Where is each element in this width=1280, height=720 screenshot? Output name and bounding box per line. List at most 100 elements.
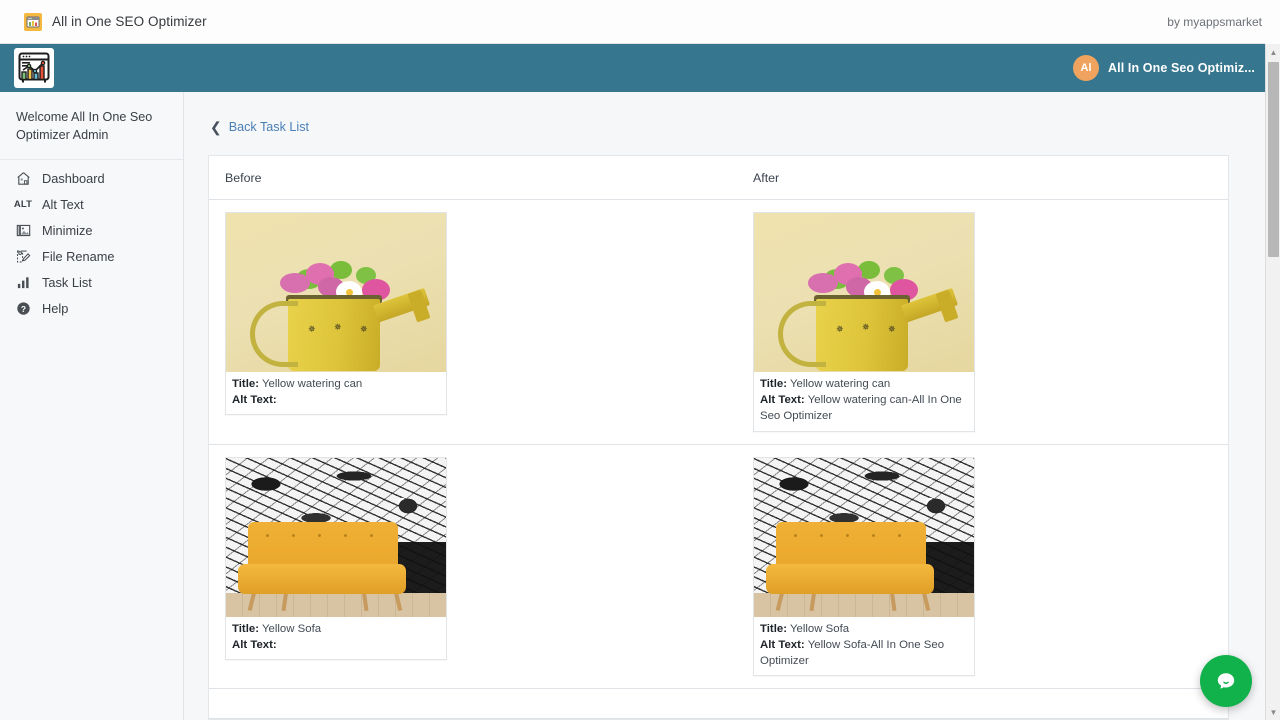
bar-chart-icon bbox=[12, 273, 34, 293]
image-meta: Title: Yellow Sofa Alt Text: bbox=[226, 617, 446, 659]
image-card-before[interactable]: Title: Yellow Sofa Alt Text: bbox=[225, 457, 447, 660]
sidebar-nav: Dashboard ALT Alt Text Minimize bbox=[0, 160, 183, 322]
yellow-sofa-photo bbox=[754, 458, 974, 617]
comparison-table-header: Before After bbox=[209, 156, 1228, 200]
sidebar-item-alt-text[interactable]: ALT Alt Text bbox=[0, 192, 183, 218]
back-task-list-label: Back Task List bbox=[229, 120, 309, 134]
image-card-after[interactable]: ✵ ✵ ✵ Title: Yellow watering can A bbox=[753, 212, 975, 432]
wood-floor bbox=[226, 593, 446, 617]
chat-bubble-button[interactable] bbox=[1200, 655, 1252, 707]
images-icon bbox=[12, 221, 34, 241]
alt-text-icon: ALT bbox=[12, 195, 34, 215]
table-row bbox=[209, 689, 1228, 719]
title-value: Yellow watering can bbox=[790, 378, 890, 390]
table-row: Title: Yellow Sofa Alt Text: bbox=[209, 445, 1228, 690]
scroll-down-arrow[interactable]: ▼ bbox=[1266, 704, 1280, 720]
page-scrollbar[interactable]: ▲ ▼ bbox=[1265, 0, 1280, 720]
title-line: Title: Yellow Sofa bbox=[760, 621, 968, 637]
alt-text-label: Alt Text: bbox=[760, 394, 805, 406]
yellow-watering-can-photo: ✵ ✵ ✵ bbox=[226, 213, 446, 372]
seo-optimizer-favicon bbox=[24, 13, 42, 31]
can-handle bbox=[250, 301, 298, 367]
can-body bbox=[816, 299, 908, 371]
image-card-after[interactable]: Title: Yellow Sofa Alt Text: Yellow Sofa… bbox=[753, 457, 975, 677]
alt-text-label: Alt Text: bbox=[232, 639, 277, 651]
avatar: Al bbox=[1073, 55, 1099, 81]
sidebar-item-label: Minimize bbox=[42, 223, 92, 238]
title-value: Yellow Sofa bbox=[262, 623, 321, 635]
can-body bbox=[288, 299, 380, 371]
table-row: ✵ ✵ ✵ Title: Yellow watering can A bbox=[209, 200, 1228, 445]
question-mark-icon: ? bbox=[12, 299, 34, 319]
browser-top-bar: All in One SEO Optimizer by myappsmarket bbox=[0, 0, 1280, 44]
app-header: Al All In One Seo Optimiz... bbox=[0, 44, 1265, 92]
main-content: ❮ Back Task List Before After bbox=[184, 92, 1265, 720]
chevron-left-icon: ❮ bbox=[210, 120, 222, 134]
column-header-after: After bbox=[737, 169, 779, 187]
image-meta: Title: Yellow Sofa Alt Text: Yellow Sofa… bbox=[754, 617, 974, 676]
title-label: Title: bbox=[760, 623, 787, 635]
yellow-watering-can-photo: ✵ ✵ ✵ bbox=[754, 213, 974, 372]
sidebar-item-label: Help bbox=[42, 301, 68, 316]
title-line: Title: Yellow Sofa bbox=[232, 621, 440, 637]
wood-floor bbox=[754, 593, 974, 617]
sofa-seat bbox=[766, 564, 934, 594]
can-decor-hole: ✵ bbox=[862, 323, 871, 332]
alt-text-line: Alt Text: bbox=[232, 637, 440, 653]
scrollbar-thumb[interactable] bbox=[1268, 62, 1279, 257]
title-label: Title: bbox=[760, 378, 787, 390]
cell-before: ✵ ✵ ✵ Title: Yellow watering can A bbox=[209, 212, 737, 432]
cell-after: Title: Yellow Sofa Alt Text: Yellow Sofa… bbox=[737, 457, 975, 677]
sidebar-item-help[interactable]: ? Help bbox=[0, 296, 183, 322]
browser-page-title: All in One SEO Optimizer bbox=[52, 14, 207, 29]
sidebar: Welcome All In One Seo Optimizer Admin D… bbox=[0, 92, 184, 720]
image-card-before[interactable]: ✵ ✵ ✵ Title: Yellow watering can A bbox=[225, 212, 447, 415]
column-header-before: Before bbox=[209, 169, 737, 187]
cell-after: ✵ ✵ ✵ Title: Yellow watering can A bbox=[737, 212, 975, 432]
title-label: Title: bbox=[232, 378, 259, 390]
scroll-up-arrow[interactable]: ▲ bbox=[1266, 44, 1280, 60]
title-value: Yellow Sofa bbox=[790, 623, 849, 635]
can-decor-hole: ✵ bbox=[888, 325, 897, 334]
sidebar-item-dashboard[interactable]: Dashboard bbox=[0, 166, 183, 192]
sidebar-item-label: Dashboard bbox=[42, 171, 105, 186]
image-meta: Title: Yellow watering can Alt Text: bbox=[226, 372, 446, 414]
file-rename-icon bbox=[12, 247, 34, 267]
user-menu[interactable]: Al All In One Seo Optimiz... bbox=[1073, 55, 1255, 81]
back-task-list-link[interactable]: ❮ Back Task List bbox=[210, 120, 309, 134]
sidebar-item-label: Alt Text bbox=[42, 197, 84, 212]
chat-bubble-icon bbox=[1213, 668, 1239, 694]
can-spout-end bbox=[407, 290, 430, 323]
can-spout-end bbox=[935, 290, 958, 323]
scrollbar-cap bbox=[1265, 0, 1280, 44]
browser-title-group: All in One SEO Optimizer bbox=[0, 13, 207, 31]
analytics-browser-logo[interactable] bbox=[14, 48, 54, 88]
sidebar-item-label: File Rename bbox=[42, 249, 115, 264]
alt-text-label: Alt Text: bbox=[232, 394, 277, 406]
alt-text-line: Alt Text: Yellow watering can-All In One… bbox=[760, 392, 968, 424]
svg-text:?: ? bbox=[20, 304, 25, 314]
yellow-sofa-photo bbox=[226, 458, 446, 617]
alt-text-line: Alt Text: Yellow Sofa-All In One Seo Opt… bbox=[760, 637, 968, 669]
user-name-label: All In One Seo Optimiz... bbox=[1108, 61, 1255, 75]
sidebar-item-label: Task List bbox=[42, 275, 92, 290]
sidebar-item-minimize[interactable]: Minimize bbox=[0, 218, 183, 244]
welcome-message: Welcome All In One Seo Optimizer Admin bbox=[0, 92, 183, 160]
title-line: Title: Yellow watering can bbox=[232, 376, 440, 392]
can-decor-hole: ✵ bbox=[308, 325, 317, 334]
can-decor-hole: ✵ bbox=[360, 325, 369, 334]
sofa-seat bbox=[238, 564, 406, 594]
vendor-label: by myappsmarket bbox=[1167, 15, 1280, 29]
comparison-panel: Before After bbox=[208, 155, 1229, 720]
home-icon bbox=[12, 169, 34, 189]
sidebar-item-task-list[interactable]: Task List bbox=[0, 270, 183, 296]
title-label: Title: bbox=[232, 623, 259, 635]
alt-text-line: Alt Text: bbox=[232, 392, 440, 408]
can-handle bbox=[778, 301, 826, 367]
title-line: Title: Yellow watering can bbox=[760, 376, 968, 392]
sidebar-item-file-rename[interactable]: File Rename bbox=[0, 244, 183, 270]
alt-text-label: Alt Text: bbox=[760, 639, 805, 651]
can-decor-hole: ✵ bbox=[836, 325, 845, 334]
image-meta: Title: Yellow watering can Alt Text: Yel… bbox=[754, 372, 974, 431]
can-decor-hole: ✵ bbox=[334, 323, 343, 332]
